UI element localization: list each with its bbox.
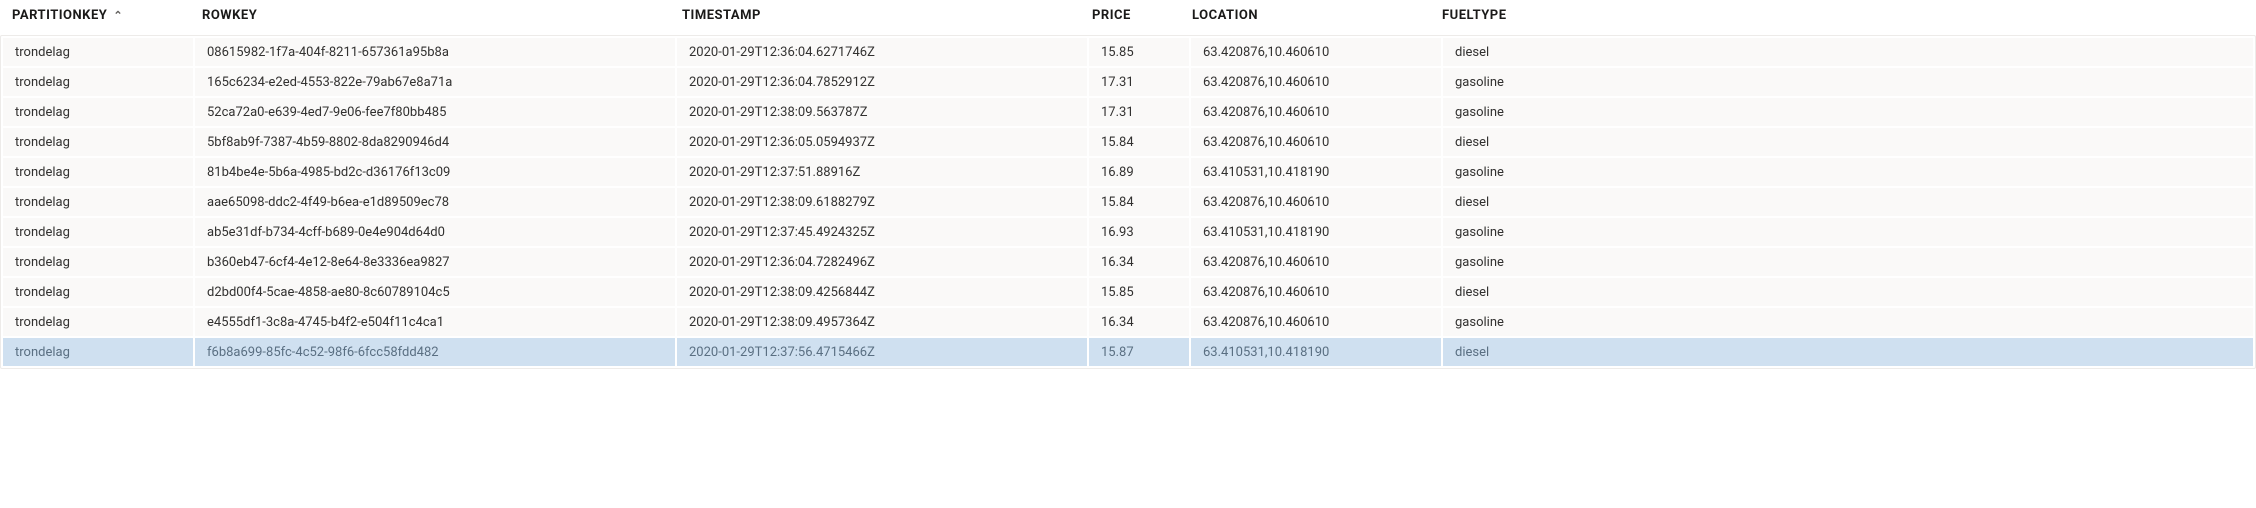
cell-timestamp: 2020-01-29T12:38:09.4957364Z	[677, 308, 1087, 336]
cell-rowkey: e4555df1-3c8a-4745-b4f2-e504f11c4ca1	[195, 308, 675, 336]
cell-timestamp: 2020-01-29T12:37:56.4715466Z	[677, 338, 1087, 366]
cell-location: 63.420876,10.460610	[1191, 38, 1441, 66]
column-header-timestamp[interactable]: TIMESTAMP	[670, 8, 1080, 23]
cell-fueltype: diesel	[1443, 38, 2253, 66]
cell-partitionkey: trondelag	[3, 188, 193, 216]
cell-timestamp: 2020-01-29T12:37:51.88916Z	[677, 158, 1087, 186]
cell-timestamp: 2020-01-29T12:38:09.4256844Z	[677, 278, 1087, 306]
cell-partitionkey: trondelag	[3, 38, 193, 66]
cell-location: 63.420876,10.460610	[1191, 278, 1441, 306]
cell-fueltype: gasoline	[1443, 98, 2253, 126]
cell-fueltype: diesel	[1443, 128, 2253, 156]
column-header-label: LOCATION	[1192, 8, 1258, 23]
cell-location: 63.420876,10.460610	[1191, 98, 1441, 126]
table-row[interactable]: trondelag52ca72a0-e639-4ed7-9e06-fee7f80…	[3, 98, 2253, 126]
cell-timestamp: 2020-01-29T12:36:05.0594937Z	[677, 128, 1087, 156]
table-row[interactable]: trondelag165c6234-e2ed-4553-822e-79ab67e…	[3, 68, 2253, 96]
cell-partitionkey: trondelag	[3, 98, 193, 126]
cell-price: 16.93	[1089, 218, 1189, 246]
cell-price: 15.84	[1089, 128, 1189, 156]
table-row[interactable]: trondelagab5e31df-b734-4cff-b689-0e4e904…	[3, 218, 2253, 246]
table-row[interactable]: trondelagd2bd00f4-5cae-4858-ae80-8c60789…	[3, 278, 2253, 306]
cell-location: 63.410531,10.418190	[1191, 338, 1441, 366]
table-row[interactable]: trondelag08615982-1f7a-404f-8211-657361a…	[3, 38, 2253, 66]
cell-partitionkey: trondelag	[3, 308, 193, 336]
cell-fueltype: gasoline	[1443, 218, 2253, 246]
cell-partitionkey: trondelag	[3, 68, 193, 96]
column-header-rowkey[interactable]: ROWKEY	[190, 8, 670, 23]
cell-timestamp: 2020-01-29T12:38:09.563787Z	[677, 98, 1087, 126]
cell-partitionkey: trondelag	[3, 158, 193, 186]
cell-location: 63.420876,10.460610	[1191, 68, 1441, 96]
cell-fueltype: gasoline	[1443, 68, 2253, 96]
column-header-partitionkey[interactable]: PARTITIONKEY ⌃	[0, 8, 190, 23]
cell-rowkey: 165c6234-e2ed-4553-822e-79ab67e8a71a	[195, 68, 675, 96]
table-row[interactable]: trondelagaae65098-ddc2-4f49-b6ea-e1d8950…	[3, 188, 2253, 216]
cell-rowkey: f6b8a699-85fc-4c52-98f6-6fcc58fdd482	[195, 338, 675, 366]
cell-fueltype: diesel	[1443, 338, 2253, 366]
cell-fueltype: diesel	[1443, 278, 2253, 306]
column-header-label: PRICE	[1092, 8, 1131, 23]
table-header-row: PARTITIONKEY ⌃ ROWKEY TIMESTAMP PRICE LO…	[0, 0, 2256, 35]
cell-price: 16.34	[1089, 248, 1189, 276]
cell-rowkey: 5bf8ab9f-7387-4b59-8802-8da8290946d4	[195, 128, 675, 156]
table-row[interactable]: trondelagf6b8a699-85fc-4c52-98f6-6fcc58f…	[3, 338, 2253, 366]
cell-location: 63.410531,10.418190	[1191, 218, 1441, 246]
column-header-label: ROWKEY	[202, 8, 257, 23]
cell-location: 63.420876,10.460610	[1191, 308, 1441, 336]
cell-fueltype: gasoline	[1443, 158, 2253, 186]
cell-fueltype: gasoline	[1443, 308, 2253, 336]
cell-partitionkey: trondelag	[3, 278, 193, 306]
cell-price: 15.87	[1089, 338, 1189, 366]
cell-rowkey: 08615982-1f7a-404f-8211-657361a95b8a	[195, 38, 675, 66]
table-row[interactable]: trondelag81b4be4e-5b6a-4985-bd2c-d36176f…	[3, 158, 2253, 186]
cell-rowkey: b360eb47-6cf4-4e12-8e64-8e3336ea9827	[195, 248, 675, 276]
cell-partitionkey: trondelag	[3, 338, 193, 366]
cell-location: 63.420876,10.460610	[1191, 248, 1441, 276]
cell-price: 17.31	[1089, 68, 1189, 96]
table-row[interactable]: trondelagb360eb47-6cf4-4e12-8e64-8e3336e…	[3, 248, 2253, 276]
cell-price: 16.34	[1089, 308, 1189, 336]
cell-price: 15.84	[1089, 188, 1189, 216]
cell-partitionkey: trondelag	[3, 128, 193, 156]
column-header-label: PARTITIONKEY	[12, 8, 107, 23]
cell-timestamp: 2020-01-29T12:38:09.6188279Z	[677, 188, 1087, 216]
column-header-fueltype[interactable]: FUELTYPE	[1430, 8, 2256, 23]
cell-fueltype: diesel	[1443, 188, 2253, 216]
cell-price: 17.31	[1089, 98, 1189, 126]
column-header-price[interactable]: PRICE	[1080, 8, 1180, 23]
cell-timestamp: 2020-01-29T12:36:04.6271746Z	[677, 38, 1087, 66]
cell-location: 63.420876,10.460610	[1191, 128, 1441, 156]
cell-rowkey: d2bd00f4-5cae-4858-ae80-8c60789104c5	[195, 278, 675, 306]
cell-location: 63.420876,10.460610	[1191, 188, 1441, 216]
column-header-label: TIMESTAMP	[682, 8, 761, 23]
table-body: trondelag08615982-1f7a-404f-8211-657361a…	[0, 35, 2256, 369]
cell-location: 63.410531,10.418190	[1191, 158, 1441, 186]
cell-rowkey: 52ca72a0-e639-4ed7-9e06-fee7f80bb485	[195, 98, 675, 126]
column-header-label: FUELTYPE	[1442, 8, 1507, 23]
cell-fueltype: gasoline	[1443, 248, 2253, 276]
sort-asc-icon: ⌃	[113, 9, 123, 22]
entity-table: PARTITIONKEY ⌃ ROWKEY TIMESTAMP PRICE LO…	[0, 0, 2256, 369]
cell-price: 15.85	[1089, 278, 1189, 306]
cell-partitionkey: trondelag	[3, 218, 193, 246]
cell-timestamp: 2020-01-29T12:37:45.4924325Z	[677, 218, 1087, 246]
cell-rowkey: 81b4be4e-5b6a-4985-bd2c-d36176f13c09	[195, 158, 675, 186]
table-row[interactable]: trondelage4555df1-3c8a-4745-b4f2-e504f11…	[3, 308, 2253, 336]
cell-partitionkey: trondelag	[3, 248, 193, 276]
cell-price: 16.89	[1089, 158, 1189, 186]
cell-timestamp: 2020-01-29T12:36:04.7282496Z	[677, 248, 1087, 276]
table-row[interactable]: trondelag5bf8ab9f-7387-4b59-8802-8da8290…	[3, 128, 2253, 156]
cell-price: 15.85	[1089, 38, 1189, 66]
column-header-location[interactable]: LOCATION	[1180, 8, 1430, 23]
cell-rowkey: aae65098-ddc2-4f49-b6ea-e1d89509ec78	[195, 188, 675, 216]
cell-rowkey: ab5e31df-b734-4cff-b689-0e4e904d64d0	[195, 218, 675, 246]
cell-timestamp: 2020-01-29T12:36:04.7852912Z	[677, 68, 1087, 96]
